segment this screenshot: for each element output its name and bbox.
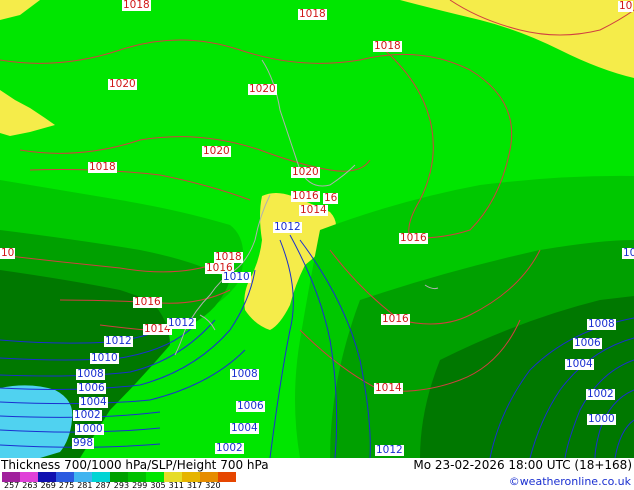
height-label: 10 bbox=[622, 248, 634, 259]
legend-tick: 275 bbox=[58, 481, 75, 490]
height-label: 1002 bbox=[215, 442, 244, 454]
slp-label: 1020 bbox=[291, 166, 320, 178]
slp-label: 1014 bbox=[299, 204, 328, 216]
legend-swatch bbox=[218, 472, 236, 482]
valid-time: Mo 23-02-2026 18:00 UTC (18+168) bbox=[413, 458, 632, 472]
slp-label: 1016 bbox=[291, 190, 320, 202]
height-label: 1004 bbox=[565, 358, 594, 370]
legend-tick: 317 bbox=[186, 481, 203, 490]
height-label: 1010 bbox=[222, 271, 251, 283]
legend-ticks: 257 263 269 275 281 287 293 299 305 311 317 320 bbox=[4, 482, 224, 490]
legend-tick: 320 bbox=[205, 481, 221, 490]
slp-label: 10 bbox=[618, 0, 634, 12]
slp-label: 16 bbox=[323, 192, 339, 204]
chart-title: Thickness 700/1000 hPa/SLP/Height 700 hP… bbox=[1, 458, 269, 472]
legend-tick: 257 bbox=[4, 481, 20, 490]
slp-label: 1018 bbox=[122, 0, 151, 11]
height-label: 1004 bbox=[79, 396, 108, 408]
slp-label: 1020 bbox=[108, 78, 137, 90]
height-label: 1000 bbox=[75, 423, 104, 435]
weather-chart: 1018 1018 1018 1020 1020 1020 1018 1020 … bbox=[0, 0, 634, 490]
height-label: 1006 bbox=[573, 337, 602, 349]
legend-tick: 269 bbox=[40, 481, 56, 490]
slp-label: 1018 bbox=[88, 161, 117, 173]
legend-tick: 293 bbox=[113, 481, 130, 490]
legend-tick: 299 bbox=[132, 481, 148, 490]
slp-label: 1020 bbox=[202, 145, 231, 157]
height-label: 1010 bbox=[90, 352, 119, 364]
slp-label: 10 bbox=[0, 247, 16, 259]
height-label: 1012 bbox=[375, 444, 404, 456]
height-label: 1002 bbox=[73, 409, 102, 421]
slp-label: 1018 bbox=[298, 8, 327, 20]
slp-label: 1016 bbox=[381, 313, 410, 325]
legend-tick: 281 bbox=[77, 481, 93, 490]
height-label: 998 bbox=[72, 437, 95, 449]
height-label: 1008 bbox=[76, 368, 105, 380]
height-label: 1012 bbox=[104, 335, 133, 347]
height-label: 1008 bbox=[587, 318, 616, 330]
height-label: 1008 bbox=[230, 368, 259, 380]
legend-tick: 305 bbox=[150, 481, 166, 490]
legend-tick: 263 bbox=[22, 481, 38, 490]
height-label: 1002 bbox=[586, 388, 615, 400]
height-label: 1006 bbox=[236, 400, 265, 412]
legend-tick: 287 bbox=[95, 481, 111, 490]
height-label: 1004 bbox=[230, 422, 259, 434]
slp-label: 1020 bbox=[248, 83, 277, 95]
credit-link[interactable]: ©weatheronline.co.uk bbox=[509, 476, 631, 488]
height-label: 1006 bbox=[77, 382, 106, 394]
height-label: 1000 bbox=[587, 413, 616, 425]
slp-label: 1016 bbox=[399, 232, 428, 244]
height-label: 1012 bbox=[167, 317, 196, 329]
legend-tick: 311 bbox=[168, 481, 184, 490]
height-label: 1012 bbox=[273, 221, 302, 233]
slp-label: 1016 bbox=[133, 296, 162, 308]
slp-label: 1018 bbox=[373, 40, 402, 52]
slp-label: 1014 bbox=[374, 382, 403, 394]
